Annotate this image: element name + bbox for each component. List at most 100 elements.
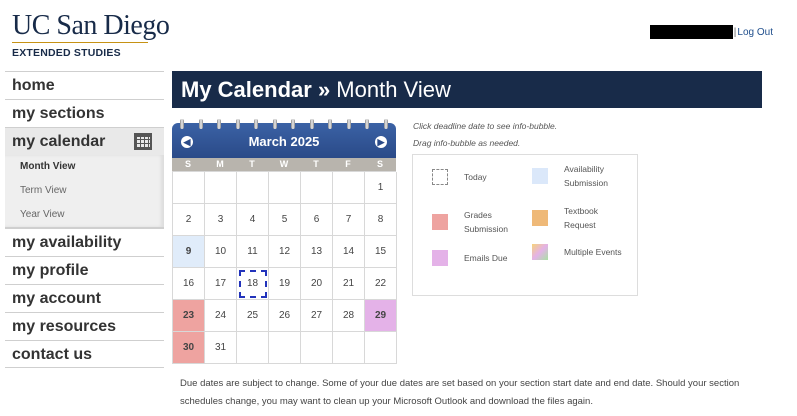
subnav-year-view[interactable]: Year View	[5, 203, 164, 227]
textbook-swatch	[532, 210, 548, 226]
nav-item-my-sections[interactable]: my sections	[5, 99, 164, 127]
calendar-day[interactable]: 10	[205, 236, 237, 268]
calendar-day[interactable]: 29	[365, 300, 397, 332]
page-title-main: My Calendar	[181, 77, 312, 102]
legend-multiple: Multiple Events	[532, 244, 622, 260]
page-title-separator: »	[311, 77, 337, 102]
weekday-label: S	[376, 159, 383, 169]
subnav-month-view[interactable]: Month View	[5, 155, 164, 179]
calendar-empty-cell	[205, 172, 237, 204]
calendar-day[interactable]: 7	[333, 204, 365, 236]
calendar-day[interactable]: 5	[269, 204, 301, 236]
calendar-day[interactable]: 11	[237, 236, 269, 268]
calendar-day[interactable]: 12	[269, 236, 301, 268]
calendar-day[interactable]: 20	[301, 268, 333, 300]
legend-label: Textbook Request	[564, 206, 599, 230]
legend-label: Emails Due	[464, 253, 508, 263]
calendar-day[interactable]: 25	[237, 300, 269, 332]
calendar-day[interactable]: 24	[205, 300, 237, 332]
availability-swatch	[532, 168, 548, 184]
nav-item-my-calendar[interactable]: my calendar	[5, 127, 164, 155]
legend-today: Today	[432, 169, 487, 185]
legend-label: Availability Submission	[564, 164, 608, 188]
emails-swatch	[432, 250, 448, 266]
calendar-subnav: Month View Term View Year View	[5, 155, 164, 228]
nav-item-my-profile[interactable]: my profile	[5, 256, 164, 284]
calendar-day[interactable]: 6	[301, 204, 333, 236]
calendar-empty-cell	[269, 172, 301, 204]
weekday-label: M	[216, 159, 224, 169]
binder-rings	[180, 119, 388, 129]
calendar-day[interactable]: 28	[333, 300, 365, 332]
calendar-empty-cell	[237, 172, 269, 204]
weekday-label: W	[279, 159, 289, 169]
calendar-day[interactable]: 8	[365, 204, 397, 236]
calendar-day[interactable]: 2	[173, 204, 205, 236]
calendar-day[interactable]: 17	[205, 268, 237, 300]
calendar-day[interactable]: 4	[237, 204, 269, 236]
logo-subtitle: EXTENDED STUDIES	[12, 47, 121, 59]
legend-availability: Availability Submission	[532, 162, 622, 190]
next-month-icon[interactable]: ▶	[375, 136, 387, 148]
nav-item-my-account[interactable]: my account	[5, 284, 164, 312]
weekday-label: T	[249, 159, 255, 169]
calendar-day[interactable]: 13	[301, 236, 333, 268]
calendar-day[interactable]: 31	[205, 332, 237, 364]
multiple-swatch	[532, 244, 548, 260]
calendar-grid: 1 2 3 4 5 6 7 8 9 10 11 12 13 14 15 16 17 18 19 20 21 22 23 24 2…	[172, 171, 397, 364]
legend-label: Grades Submission	[464, 210, 508, 234]
calendar-day[interactable]: 14	[333, 236, 365, 268]
logout-link[interactable]: Log Out	[737, 27, 773, 38]
calendar-day[interactable]: 1	[365, 172, 397, 204]
prev-month-icon[interactable]: ◀	[181, 136, 193, 148]
logo-rule	[12, 42, 148, 43]
weekday-label: S	[184, 159, 191, 169]
calendar-day[interactable]: 3	[205, 204, 237, 236]
nav-item-my-resources[interactable]: my resources	[5, 312, 164, 340]
calendar-month-label: March 2025	[248, 134, 320, 149]
calendar-empty-cell	[333, 332, 365, 364]
calendar-empty-cell	[301, 172, 333, 204]
calendar-day[interactable]: 30	[173, 332, 205, 364]
calendar-empty-cell	[269, 332, 301, 364]
calendar-empty-cell	[173, 172, 205, 204]
weekday-label: T	[313, 159, 319, 169]
calendar-day[interactable]: 18	[237, 268, 269, 300]
calendar-day[interactable]: 9	[173, 236, 205, 268]
calendar-day[interactable]: 19	[269, 268, 301, 300]
nav-item-home[interactable]: home	[5, 71, 164, 99]
calendar-day[interactable]: 15	[365, 236, 397, 268]
legend-grades: Grades Submission	[432, 208, 527, 236]
user-bar: | Log Out	[649, 25, 773, 39]
calendar-empty-cell	[237, 332, 269, 364]
page-title: My Calendar » Month View	[172, 71, 762, 108]
page-title-sub: Month View	[336, 77, 451, 102]
grades-swatch	[432, 214, 448, 230]
calendar-day[interactable]: 27	[301, 300, 333, 332]
instruction-line: Click deadline date to see info-bubble.	[413, 121, 558, 131]
calendar-day[interactable]: 23	[173, 300, 205, 332]
instruction-line: Drag info-bubble as needed.	[413, 138, 521, 148]
redacted-username	[649, 25, 733, 39]
calendar-empty-cell	[333, 172, 365, 204]
calendar-day[interactable]: 22	[365, 268, 397, 300]
nav-item-my-availability[interactable]: my availability	[5, 228, 164, 256]
today-swatch	[432, 169, 448, 185]
month-calendar: ◀ March 2025 ▶ SMTWTFS 1 2 3 4 5 6 7 8 9 10 11 12 13…	[172, 119, 397, 364]
subnav-term-view[interactable]: Term View	[5, 179, 164, 203]
userbar-separator: |	[733, 26, 737, 38]
nav-item-label: my calendar	[12, 133, 106, 150]
calendar-day[interactable]: 21	[333, 268, 365, 300]
nav-item-contact-us[interactable]: contact us	[5, 340, 164, 368]
legend-emails: Emails Due	[432, 250, 507, 266]
logo-wordmark: UC San Diego	[12, 10, 170, 41]
legend-textbook: Textbook Request	[532, 204, 622, 232]
calendar-instructions: Click deadline date to see info-bubble. …	[413, 118, 557, 152]
weekday-header: SMTWTFS	[172, 158, 396, 171]
legend-label: Multiple Events	[564, 247, 622, 257]
calendar-day[interactable]: 26	[269, 300, 301, 332]
weekday-label: F	[345, 159, 351, 169]
ucsd-logo[interactable]: UC San Diego EXTENDED STUDIES	[12, 10, 170, 59]
calendar-day[interactable]: 16	[173, 268, 205, 300]
legend-label: Today	[464, 172, 487, 182]
